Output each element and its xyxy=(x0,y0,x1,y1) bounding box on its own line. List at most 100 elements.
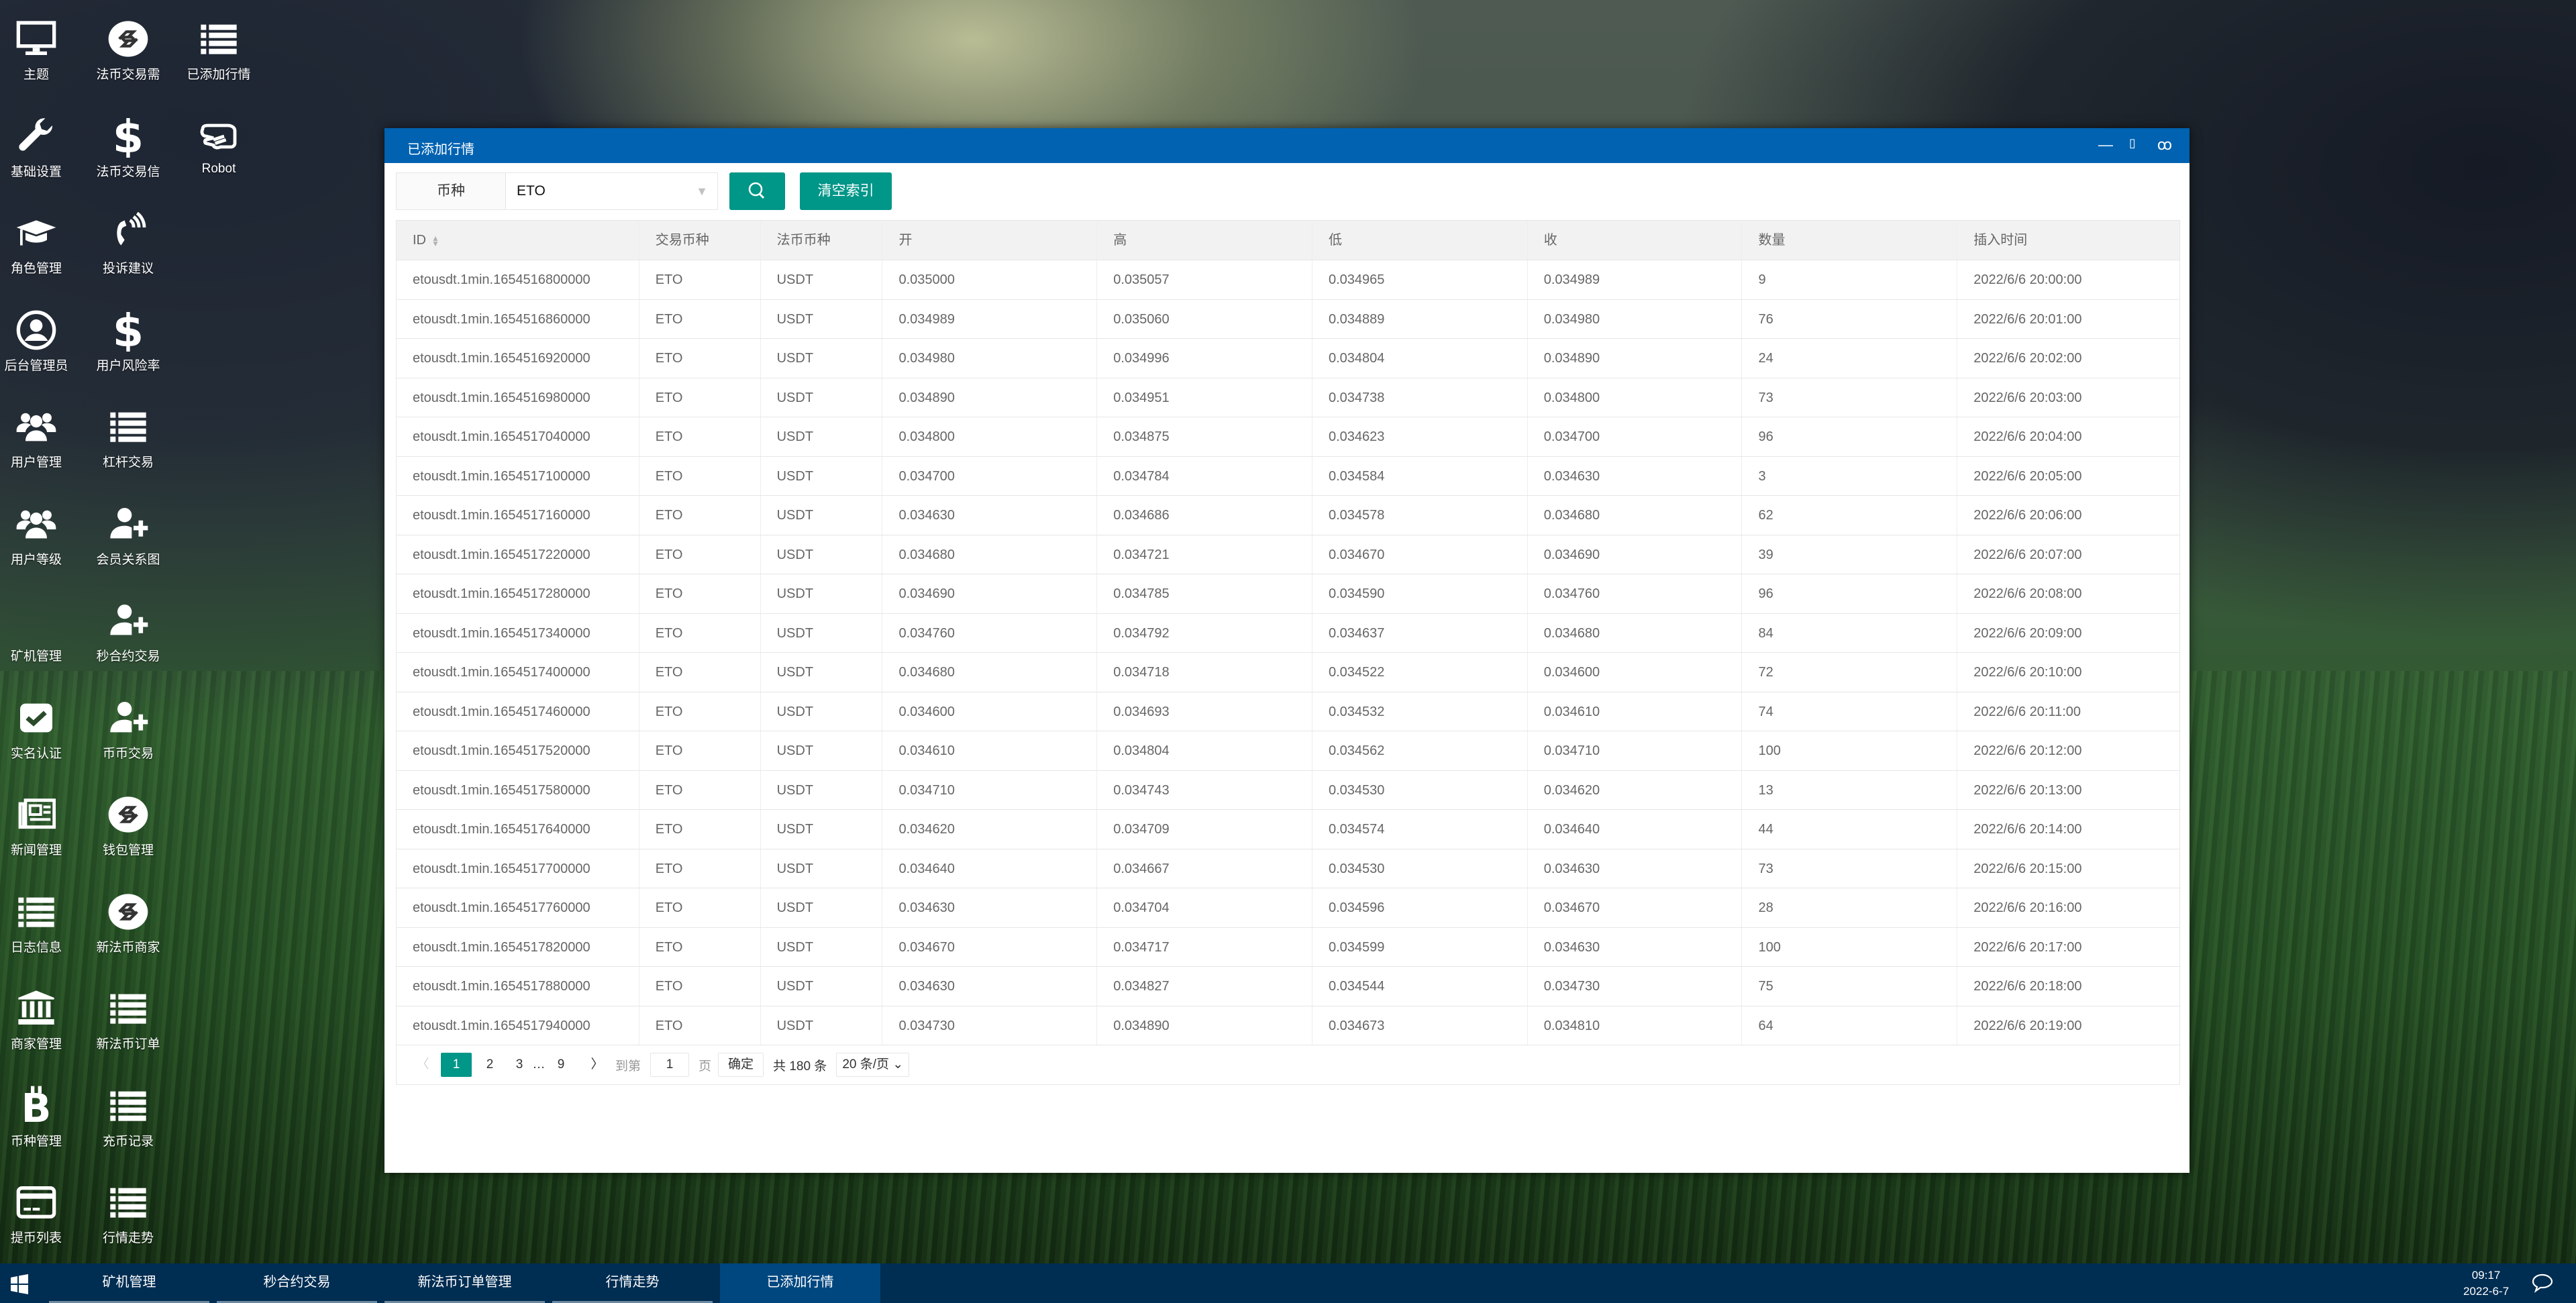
taskbar-item[interactable]: 新法币订单管理 xyxy=(384,1263,545,1303)
column-header[interactable]: ID ▲ ▼ xyxy=(397,221,639,260)
table-cell: 100 xyxy=(1742,927,1958,966)
table-row[interactable]: etousdt.1min.1654517100000 ETO USDT 0.03470… xyxy=(397,456,2179,496)
desktop-shortcut[interactable]: 商家管理 xyxy=(0,987,82,1074)
table-cell: 2022/6/6 20:08:00 xyxy=(1973,586,2082,601)
table-cell: ETO xyxy=(639,927,761,966)
taskbar-item[interactable]: 矿机管理 xyxy=(49,1263,209,1303)
taskbar-item[interactable]: 已添加行情 xyxy=(720,1263,880,1303)
table-cell: 0.034680 xyxy=(1528,613,1743,652)
window-titlebar[interactable]: 已添加行情 — ▯ ꝏ xyxy=(384,128,2189,163)
desktop-shortcut[interactable]: $ 法币交易信 xyxy=(83,111,174,202)
start-button[interactable] xyxy=(8,1272,32,1296)
table-cell: 2022/6/6 20:11:00 xyxy=(1973,704,2081,719)
chevron-down-icon: ⌄ xyxy=(892,1057,904,1072)
minimize-button[interactable]: — xyxy=(2096,136,2116,155)
desktop-shortcut[interactable]: B 币种管理 xyxy=(0,1084,82,1171)
page-size-select[interactable]: 20 条/页 ⌄ xyxy=(836,1053,910,1077)
desktop-shortcut[interactable]: 会员关系图 xyxy=(83,503,174,590)
desktop-shortcut[interactable]: 行情走势 xyxy=(83,1181,174,1268)
table-row[interactable]: etousdt.1min.1654517940000 ETO USDT 0.03473… xyxy=(397,1006,2179,1045)
desktop-shortcut[interactable]: 新闻管理 xyxy=(0,793,82,880)
table-row[interactable]: etousdt.1min.1654517520000 ETO USDT 0.03461… xyxy=(397,731,2179,771)
table-row[interactable]: etousdt.1min.1654517280000 ETO USDT 0.03469… xyxy=(397,574,2179,614)
desktop-shortcut[interactable]: 杠杆交易 xyxy=(83,405,174,492)
desktop-shortcut[interactable]: 已添加行情 xyxy=(173,17,264,105)
currency-select[interactable]: ETO ▼ xyxy=(506,172,718,210)
goto-confirm-button[interactable]: 确定 xyxy=(718,1053,764,1077)
table-cell: ETO xyxy=(639,574,761,613)
desktop-shortcut[interactable]: $ 用户风险率 xyxy=(83,305,174,396)
table-cell: 0.034738 xyxy=(1312,378,1528,417)
table-cell: 2022/6/6 20:16:00 xyxy=(1973,900,2082,915)
total-count: 共 180 条 xyxy=(773,1059,827,1074)
desktop-shortcut[interactable]: Robot xyxy=(173,115,264,202)
column-header-label: 开 xyxy=(898,233,913,248)
message-icon xyxy=(2532,1273,2553,1293)
desktop-shortcut[interactable]: 法币交易需 xyxy=(83,17,174,105)
desktop-shortcut[interactable]: 日志信息 xyxy=(0,890,82,978)
table-row[interactable]: etousdt.1min.1654517880000 ETO USDT 0.03463… xyxy=(397,967,2179,1006)
desktop-shortcut[interactable]: 角色管理 xyxy=(0,211,82,299)
sort-icon[interactable]: ▲ ▼ xyxy=(431,234,440,248)
taskbar: 矿机管理 秒合约交易 新法币订单管理 行情走势 已添加行情 09:17 2022-6-7 xyxy=(0,1263,2576,1303)
desktop-shortcut[interactable]: 投诉建议 xyxy=(83,211,174,299)
desktop-shortcut[interactable]: 秒合约交易 xyxy=(83,599,174,686)
taskbar-item[interactable]: 秒合约交易 xyxy=(217,1263,377,1303)
table-cell: etousdt.1min.1654517880000 xyxy=(397,967,639,1006)
desktop-shortcut[interactable]: 实名认证 xyxy=(0,696,82,784)
table-row[interactable]: etousdt.1min.1654517580000 ETO USDT 0.03471… xyxy=(397,770,2179,810)
table-row[interactable]: etousdt.1min.1654516800000 ETO USDT 0.03500… xyxy=(397,260,2179,300)
table-row[interactable]: etousdt.1min.1654517400000 ETO USDT 0.03468… xyxy=(397,653,2179,692)
desktop-shortcut-label: 主题 xyxy=(23,68,49,82)
desktop-shortcut[interactable]: 钱包管理 xyxy=(83,793,174,880)
close-button[interactable]: ꝏ xyxy=(2155,136,2175,155)
desktop-shortcut[interactable]: 用户等级 xyxy=(0,503,82,590)
desktop-shortcut[interactable]: 主题 xyxy=(0,17,82,105)
table-cell: etousdt.1min.1654517700000 xyxy=(397,849,639,888)
table-row[interactable]: etousdt.1min.1654516980000 ETO USDT 0.03489… xyxy=(397,378,2179,417)
desktop-shortcut[interactable]: 后台管理员 xyxy=(0,309,82,396)
table-header: ID ▲ ▼ 交易币种 法币币种 开 高 低 收 数量 插入时间 xyxy=(397,221,2179,260)
table-cell: 84 xyxy=(1742,613,1958,652)
table-cell: 96 xyxy=(1742,574,1958,613)
table-row[interactable]: etousdt.1min.1654517700000 ETO USDT 0.03464… xyxy=(397,849,2179,888)
table-cell: 0.034620 xyxy=(882,810,1098,849)
goto-page-input[interactable]: 1 xyxy=(650,1053,690,1077)
desktop-shortcut[interactable]: 新法币订单 xyxy=(83,987,174,1074)
maximize-button[interactable]: ▯ xyxy=(2122,136,2143,155)
clear-index-button[interactable]: 清空索引 xyxy=(800,172,892,210)
desktop-shortcut[interactable]: 币币交易 xyxy=(83,696,174,784)
page-1-button[interactable]: 1 xyxy=(441,1053,472,1077)
table-row[interactable]: etousdt.1min.1654517820000 ETO USDT 0.03467… xyxy=(397,927,2179,967)
table-row[interactable]: etousdt.1min.1654517760000 ETO USDT 0.03463… xyxy=(397,888,2179,928)
currency-label: 币种 xyxy=(396,172,506,210)
desktop-shortcut[interactable]: 提币列表 xyxy=(0,1181,82,1268)
table-row[interactable]: etousdt.1min.1654516860000 ETO USDT 0.03498… xyxy=(397,299,2179,339)
desktop-shortcut[interactable]: 矿机管理 xyxy=(0,599,82,686)
prev-page-button[interactable]: 〈 xyxy=(411,1053,434,1077)
page-9-button[interactable]: 9 xyxy=(550,1053,572,1077)
table-row[interactable]: etousdt.1min.1654517340000 ETO USDT 0.03476… xyxy=(397,613,2179,653)
table-row[interactable]: etousdt.1min.1654517460000 ETO USDT 0.03460… xyxy=(397,692,2179,731)
desktop-shortcut[interactable]: 基础设置 xyxy=(0,115,82,202)
page-3-button[interactable]: 3 xyxy=(508,1053,531,1077)
table-cell: 2022/6/6 20:10:00 xyxy=(1973,665,2082,680)
next-page-button[interactable]: 〉 xyxy=(586,1053,609,1077)
taskbar-item[interactable]: 行情走势 xyxy=(552,1263,713,1303)
desktop-shortcut[interactable]: 充币记录 xyxy=(83,1084,174,1171)
table-row[interactable]: etousdt.1min.1654517220000 ETO USDT 0.03468… xyxy=(397,535,2179,574)
notifications-button[interactable] xyxy=(2531,1273,2554,1293)
search-button[interactable] xyxy=(729,172,785,210)
page-2-button[interactable]: 2 xyxy=(478,1053,501,1077)
table-row[interactable]: etousdt.1min.1654517640000 ETO USDT 0.03462… xyxy=(397,810,2179,849)
column-header-label: 插入时间 xyxy=(1973,233,2028,248)
column-header: 低 xyxy=(1312,221,1528,260)
desktop-shortcut[interactable]: 新法币商家 xyxy=(83,890,174,978)
table-cell: 0.034670 xyxy=(882,927,1098,966)
table-row[interactable]: etousdt.1min.1654517040000 ETO USDT 0.03480… xyxy=(397,417,2179,457)
table-row[interactable]: etousdt.1min.1654517160000 ETO USDT 0.03463… xyxy=(397,496,2179,535)
system-clock[interactable]: 09:17 2022-6-7 xyxy=(2449,1267,2523,1300)
table-row[interactable]: etousdt.1min.1654516920000 ETO USDT 0.03498… xyxy=(397,339,2179,378)
table-cell: 0.034630 xyxy=(882,888,1098,927)
desktop-shortcut[interactable]: 用户管理 xyxy=(0,405,82,492)
